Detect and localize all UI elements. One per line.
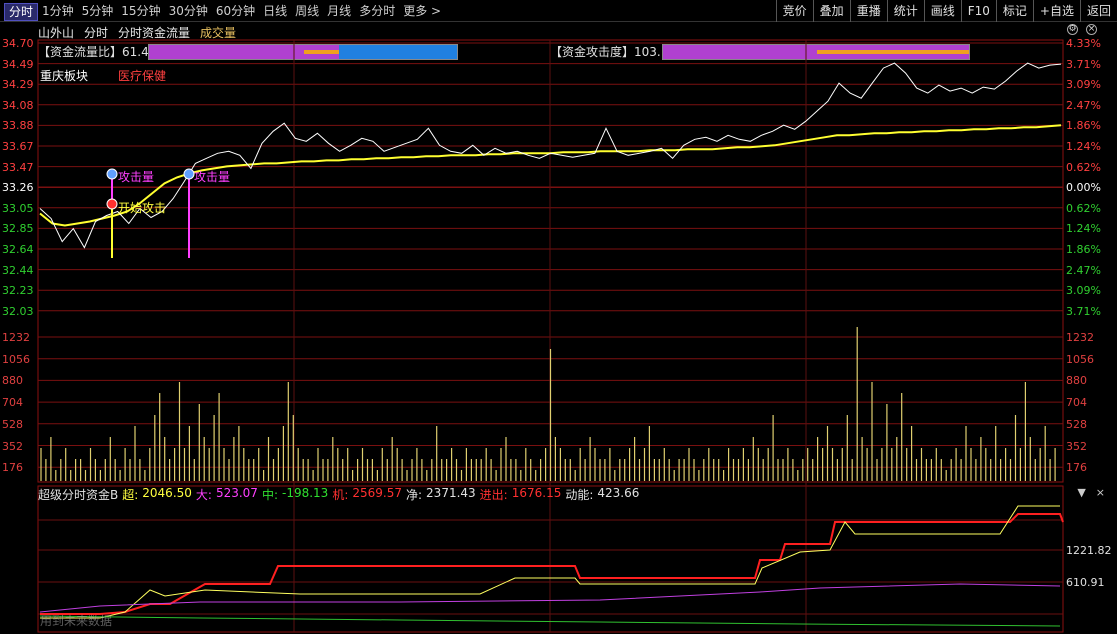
sub-close-icon[interactable]: × [1096, 486, 1105, 499]
net-value: 2371.43 [426, 486, 476, 500]
plus-icon [106, 198, 118, 210]
inst-value: 2569.57 [352, 486, 402, 500]
attack-annotation-1: 攻击量 [118, 170, 155, 184]
momentum-label: 动能: [565, 488, 594, 502]
sub-axis-2: 610.91 [1066, 576, 1105, 589]
sub-title[interactable]: 超级分时资金B [38, 486, 118, 503]
sub-axis-1: 1221.82 [1066, 544, 1112, 557]
sub-controls: ▼ × [1077, 486, 1105, 499]
diamond-icon [183, 168, 195, 180]
chart-canvas[interactable] [0, 0, 1117, 634]
big-label: 大: [195, 488, 212, 502]
sub-menu-icon[interactable]: ▼ [1077, 486, 1085, 499]
attack-annotation-2: 攻击量 [194, 170, 231, 184]
watermark: 用到未来数据 [40, 614, 113, 628]
super-label: 超: [122, 488, 139, 502]
momentum-value: 423.66 [597, 486, 640, 500]
inst-line [40, 513, 1064, 615]
net-label: 净: [406, 488, 423, 502]
inst-label: 机: [332, 488, 349, 502]
super-value: 2046.50 [142, 486, 192, 500]
diamond-icon [106, 168, 118, 180]
sub-indicator-header: 超级分时资金B 超: 2046.50 大: 523.07 中: -198.13 机: 2… [38, 486, 639, 503]
big-value: 523.07 [215, 486, 258, 500]
mid-value: -198.13 [282, 486, 329, 500]
start-attack-annotation: 开始攻击 [118, 201, 167, 215]
mid-label: 中: [261, 488, 278, 502]
io-label: 进出: [479, 488, 508, 502]
io-value: 1676.15 [511, 486, 562, 500]
